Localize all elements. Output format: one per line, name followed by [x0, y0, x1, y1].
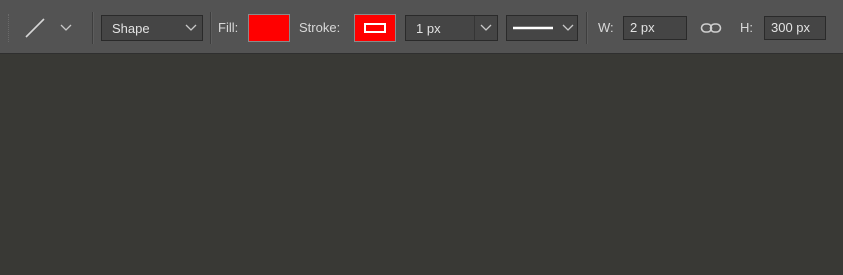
stroke-label: Stroke: [299, 20, 341, 35]
chevron-down-icon [559, 24, 577, 32]
chevron-down-icon [60, 24, 72, 32]
solid-line-icon [507, 25, 559, 31]
separator [586, 12, 588, 44]
canvas-area[interactable] [0, 54, 843, 275]
fill-color-swatch[interactable] [248, 14, 290, 42]
width-field[interactable]: 2 px [623, 16, 687, 40]
line-tool-icon [22, 15, 48, 41]
tool-mode-value: Shape [112, 20, 150, 36]
stroke-preview-icon [364, 23, 386, 33]
separator [92, 12, 94, 44]
stroke-width-value: 1 px [416, 20, 441, 36]
height-field[interactable]: 300 px [764, 16, 826, 40]
stroke-color-swatch[interactable] [354, 14, 396, 42]
chevron-down-icon [474, 16, 497, 40]
link-icon[interactable] [700, 18, 722, 38]
fill-label: Fill: [218, 20, 239, 35]
tool-options-bar: Shape Fill: Stroke: 1 px W: 2 px H: 300 … [0, 0, 843, 54]
tool-mode-dropdown[interactable]: Shape [101, 15, 203, 41]
toolbar-grip[interactable] [8, 14, 11, 42]
height-label: H: [740, 20, 753, 35]
stroke-width-dropdown[interactable]: 1 px [405, 15, 498, 41]
separator [210, 12, 212, 44]
chevron-down-icon [180, 16, 202, 40]
photoshop-window: Shape Fill: Stroke: 1 px W: 2 px H: 300 … [0, 0, 843, 275]
stroke-type-dropdown[interactable] [506, 15, 578, 41]
tool-preset-picker[interactable] [22, 12, 84, 44]
width-label: W: [598, 20, 614, 35]
